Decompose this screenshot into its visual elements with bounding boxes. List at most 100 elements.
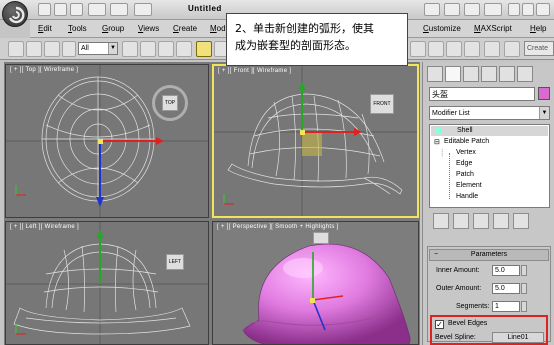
viewport-top[interactable]: TOP [ + ][ Top ][ Wireframe ] bbox=[5, 64, 209, 218]
menu-group[interactable]: Group bbox=[102, 24, 124, 33]
menu-maxscript[interactable]: MAXScript bbox=[474, 24, 512, 33]
unlink-icon[interactable] bbox=[26, 41, 42, 57]
search-icon[interactable] bbox=[424, 3, 440, 16]
region-select-icon[interactable] bbox=[158, 41, 174, 57]
bevel-edges-checkbox[interactable]: ✓ bbox=[435, 320, 444, 329]
link-icon[interactable] bbox=[8, 41, 24, 57]
application-logo-icon[interactable] bbox=[2, 1, 28, 27]
bevel-spline-pick-button[interactable]: Line01 bbox=[492, 332, 544, 343]
favorites-star-icon[interactable] bbox=[464, 3, 480, 16]
stack-sub-handle[interactable]: Handle bbox=[456, 193, 478, 200]
viewport-label-front[interactable]: [ + ][ Front ][ Wireframe ] bbox=[218, 68, 291, 74]
open-file-icon[interactable] bbox=[54, 3, 67, 16]
select-move-icon[interactable] bbox=[196, 41, 212, 57]
maximize-button[interactable] bbox=[522, 3, 534, 16]
rollout-title[interactable]: − Parameters bbox=[429, 249, 549, 261]
stack-toolbar bbox=[429, 211, 550, 231]
new-file-icon[interactable] bbox=[38, 3, 51, 16]
named-selection-set-field[interactable]: Create bbox=[524, 41, 554, 56]
window-title: Untitled bbox=[188, 4, 222, 13]
stack-item-editable-patch[interactable]: Editable Patch bbox=[444, 138, 489, 145]
segments-field[interactable]: 1 bbox=[492, 301, 520, 312]
callout-line-2: 成为嵌套型的剖面形态。 bbox=[235, 39, 356, 52]
light-bulb-icon[interactable] bbox=[435, 127, 442, 134]
viewcube-top[interactable]: TOP bbox=[162, 95, 178, 111]
window-crossing-icon[interactable] bbox=[176, 41, 192, 57]
viewport-label-perspective[interactable]: [ + ][ Perspective ][ Smooth + Highlight… bbox=[217, 224, 339, 230]
app-window: Untitled Edit Tools Group Views Create M… bbox=[0, 0, 554, 345]
edit-named-selection-icon[interactable] bbox=[484, 41, 500, 57]
viewcube-left[interactable]: LEFT bbox=[166, 254, 184, 270]
segments-spinner[interactable] bbox=[521, 301, 527, 312]
left-view-helmet-wireframe bbox=[6, 222, 208, 344]
outer-amount-field[interactable]: 5.0 bbox=[492, 283, 520, 294]
callout-line-1: 2、单击新创建的弧形，使其 bbox=[235, 22, 374, 35]
inner-amount-spinner[interactable] bbox=[521, 265, 527, 276]
show-end-result-icon[interactable] bbox=[453, 213, 469, 229]
bind-space-warp-icon[interactable] bbox=[44, 41, 60, 57]
viewport-left[interactable]: LEFT [ + ][ Left ][ Wireframe ] bbox=[5, 221, 209, 345]
utilities-tab-icon[interactable] bbox=[517, 66, 533, 82]
display-tab-icon[interactable] bbox=[499, 66, 515, 82]
outer-amount-label: Outer Amount: bbox=[436, 285, 482, 292]
viewport-front[interactable]: FRONT [ + ][ Front ][ Wireframe ] bbox=[212, 64, 419, 218]
make-unique-icon[interactable] bbox=[473, 213, 489, 229]
collapse-minus-icon[interactable]: − bbox=[434, 250, 438, 260]
command-panel: 头盔 Modifier List ▼ Shell ⊟ Editable Patch… bbox=[422, 62, 554, 345]
hierarchy-tab-icon[interactable] bbox=[463, 66, 479, 82]
inner-amount-label: Inner Amount: bbox=[436, 267, 480, 274]
redo-icon[interactable] bbox=[110, 3, 128, 16]
minimize-button[interactable] bbox=[508, 3, 520, 16]
remove-modifier-icon[interactable] bbox=[493, 213, 509, 229]
select-object-icon[interactable] bbox=[122, 41, 138, 57]
menu-help[interactable]: Help bbox=[530, 24, 546, 33]
snap-toggle-icon[interactable] bbox=[410, 41, 426, 57]
help-icon[interactable] bbox=[484, 3, 502, 16]
stack-item-shell[interactable]: Shell bbox=[431, 126, 548, 136]
percent-snap-icon[interactable] bbox=[446, 41, 462, 57]
modifier-list-dropdown[interactable]: Modifier List ▼ bbox=[429, 106, 550, 120]
bevel-highlight-box: ✓ Bevel Edges Bevel Spline: Line01 bbox=[430, 315, 548, 345]
mirror-icon[interactable] bbox=[504, 41, 520, 57]
placeholder-icon[interactable] bbox=[62, 41, 76, 57]
object-color-swatch[interactable] bbox=[538, 87, 550, 100]
select-by-name-icon[interactable] bbox=[140, 41, 156, 57]
create-tab-icon[interactable] bbox=[427, 66, 443, 82]
configure-modifier-sets-icon[interactable] bbox=[513, 213, 529, 229]
viewport-perspective[interactable]: [ + ][ Perspective ][ Smooth + Highlight… bbox=[212, 221, 419, 345]
viewcube-front[interactable]: FRONT bbox=[370, 94, 394, 114]
object-name-field[interactable]: 头盔 bbox=[429, 87, 535, 101]
angle-snap-icon[interactable] bbox=[428, 41, 444, 57]
viewcube-perspective[interactable] bbox=[313, 232, 329, 244]
bevel-edges-label: Bevel Edges bbox=[448, 320, 488, 327]
menu-create[interactable]: Create bbox=[173, 24, 197, 33]
menu-tools[interactable]: Tools bbox=[68, 24, 87, 33]
selection-filter-dropdown[interactable]: All ▼ bbox=[78, 42, 118, 55]
bevel-spline-label: Bevel Spline: bbox=[435, 334, 476, 341]
menu-customize[interactable]: Customize bbox=[423, 24, 461, 33]
motion-tab-icon[interactable] bbox=[481, 66, 497, 82]
close-button[interactable] bbox=[536, 3, 550, 16]
stack-sub-element[interactable]: Element bbox=[456, 182, 482, 189]
project-folder-icon[interactable] bbox=[134, 3, 152, 16]
viewport-area: TOP [ + ][ Top ][ Wireframe ] FRONT [+ … bbox=[4, 62, 420, 345]
save-file-icon[interactable] bbox=[70, 3, 83, 16]
viewport-label-left[interactable]: [ + ][ Left ][ Wireframe ] bbox=[10, 224, 79, 230]
undo-icon[interactable] bbox=[88, 3, 106, 16]
menu-edit[interactable]: Edit bbox=[38, 24, 52, 33]
pin-stack-icon[interactable] bbox=[433, 213, 449, 229]
stack-sub-edge[interactable]: Edge bbox=[456, 160, 472, 167]
viewport-label-top[interactable]: [ + ][ Top ][ Wireframe ] bbox=[10, 67, 78, 73]
modify-tab-icon[interactable] bbox=[445, 66, 461, 82]
menu-views[interactable]: Views bbox=[138, 24, 159, 33]
stack-sub-vertex[interactable]: Vertex bbox=[456, 149, 476, 156]
infocenter-icon[interactable] bbox=[444, 3, 460, 16]
inner-amount-field[interactable]: 5.0 bbox=[492, 265, 520, 276]
tutorial-callout: 2、单击新创建的弧形，使其 成为嵌套型的剖面形态。 bbox=[226, 13, 408, 66]
stack-sub-patch[interactable]: Patch bbox=[456, 171, 474, 178]
outer-amount-spinner[interactable] bbox=[521, 283, 527, 294]
menu-modifiers[interactable]: Modi bbox=[210, 24, 227, 33]
modifier-stack: Shell ⊟ Editable Patch ┊ Vertex Edge Pat… bbox=[429, 124, 550, 208]
spinner-snap-icon[interactable] bbox=[464, 41, 480, 57]
expand-minus-icon[interactable]: ⊟ bbox=[434, 138, 440, 146]
